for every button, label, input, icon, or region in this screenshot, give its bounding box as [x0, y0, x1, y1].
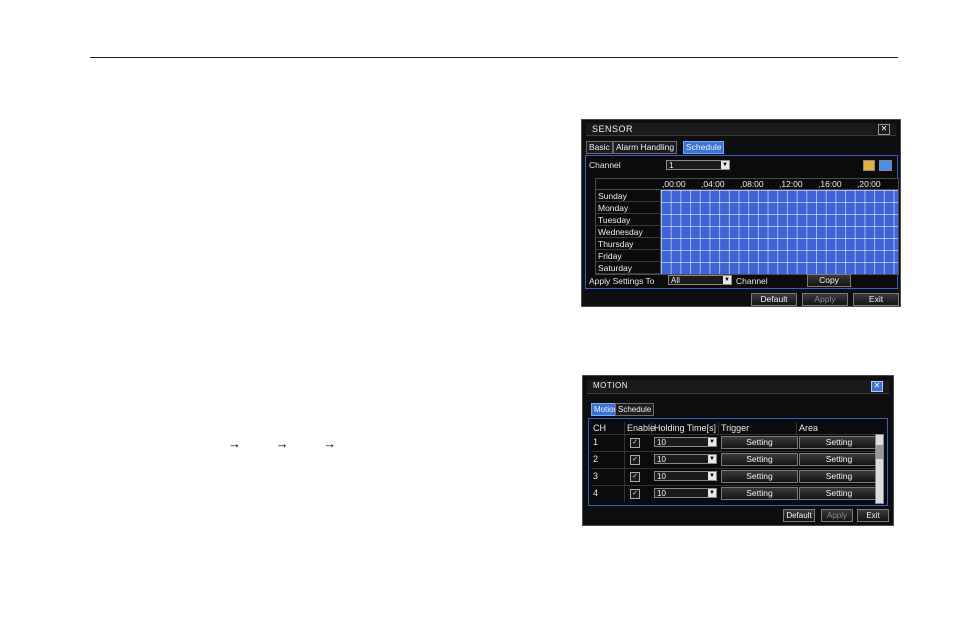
default-button[interactable]: Default: [783, 509, 815, 522]
arrow-icon: →: [323, 436, 337, 451]
holding-time-select[interactable]: 10 ▼: [654, 437, 717, 447]
motion-titlebar: MOTION ✕: [587, 380, 889, 394]
schedule-panel: Channel 1 ▼ ,00:00 ,04:00 ,08:00 ,12:00 …: [585, 155, 899, 289]
copy-button[interactable]: Copy: [807, 274, 851, 287]
column-header: Trigger: [719, 422, 797, 434]
enable-checkbox[interactable]: ✓: [630, 489, 640, 499]
hour-label: ,20:00: [857, 179, 881, 189]
arrow-icon: →: [228, 436, 241, 451]
column-header: Enable: [627, 422, 656, 434]
hour-label: ,00:00: [662, 179, 686, 189]
arrow-icon: →: [275, 436, 289, 451]
holding-time-value: 10: [657, 438, 666, 447]
day-label: Saturday: [596, 262, 660, 274]
holding-time-value: 10: [657, 489, 666, 498]
channel-word: Channel: [736, 276, 768, 286]
table-row: 1 ✓ 10 ▼ Setting Setting: [591, 434, 883, 452]
motion-panel: CH Enable Holding Time[s] Trigger Area 1…: [588, 418, 888, 506]
enable-checkbox[interactable]: ✓: [630, 472, 640, 482]
channel-number: 3: [591, 468, 625, 485]
hour-header: ,00:00 ,04:00 ,08:00 ,12:00 ,16:00 ,20:0…: [596, 179, 898, 190]
eraser-icon[interactable]: [879, 160, 892, 171]
hour-label: ,08:00: [740, 179, 764, 189]
channel-number: 2: [591, 451, 625, 468]
close-icon[interactable]: ✕: [871, 381, 883, 392]
enable-checkbox[interactable]: ✓: [630, 455, 640, 465]
column-header: CH: [591, 422, 625, 434]
hour-label: ,12:00: [779, 179, 803, 189]
area-setting-button[interactable]: Setting: [799, 470, 879, 483]
channel-select[interactable]: 1 ▼: [666, 160, 730, 170]
chevron-down-icon: ▼: [708, 455, 716, 463]
area-setting-button[interactable]: Setting: [799, 453, 879, 466]
area-setting-button[interactable]: Setting: [799, 487, 879, 500]
schedule-cells[interactable]: [661, 190, 898, 274]
day-label: Sunday: [596, 190, 660, 202]
channel-number: 1: [591, 434, 625, 451]
tab-schedule[interactable]: Schedule: [615, 403, 655, 416]
day-label: Wednesday: [596, 226, 660, 238]
holding-time-value: 10: [657, 472, 666, 481]
hour-label: ,16:00: [818, 179, 842, 189]
apply-settings-label: Apply Settings To: [589, 276, 655, 286]
table-row: 3 ✓ 10 ▼ Setting Setting: [591, 468, 883, 486]
scrollbar-thumb[interactable]: [876, 445, 883, 459]
day-label: Monday: [596, 202, 660, 214]
apply-settings-value: All: [671, 276, 680, 285]
day-label: Tuesday: [596, 214, 660, 226]
chevron-down-icon: ▼: [708, 438, 716, 446]
area-setting-button[interactable]: Setting: [799, 436, 879, 449]
schedule-grid[interactable]: ,00:00 ,04:00 ,08:00 ,12:00 ,16:00 ,20:0…: [595, 178, 899, 275]
sensor-dialog: SENSOR ✕ Basic Alarm Handling Schedule C…: [581, 119, 901, 307]
day-column: Sunday Monday Tuesday Wednesday Thursday…: [596, 190, 661, 274]
trigger-setting-button[interactable]: Setting: [721, 470, 798, 483]
sensor-titlebar: SENSOR ✕: [586, 123, 896, 136]
apply-settings-select[interactable]: All ▼: [668, 275, 732, 285]
chevron-down-icon: ▼: [723, 276, 731, 284]
tab-schedule[interactable]: Schedule: [683, 141, 725, 154]
close-icon[interactable]: ✕: [878, 124, 890, 135]
table-row: 2 ✓ 10 ▼ Setting Setting: [591, 451, 883, 469]
table-row: 4 ✓ 10 ▼ Setting Setting: [591, 485, 883, 502]
holding-time-select[interactable]: 10 ▼: [654, 454, 717, 464]
exit-button[interactable]: Exit: [857, 509, 889, 522]
trigger-setting-button[interactable]: Setting: [721, 487, 798, 500]
holding-time-value: 10: [657, 455, 666, 464]
chevron-down-icon: ▼: [708, 472, 716, 480]
column-header: Holding Time[s]: [652, 422, 719, 434]
enable-checkbox[interactable]: ✓: [630, 438, 640, 448]
page-divider: [90, 57, 898, 58]
trigger-setting-button[interactable]: Setting: [721, 453, 798, 466]
holding-time-select[interactable]: 10 ▼: [654, 488, 717, 498]
chevron-down-icon: ▼: [708, 489, 716, 497]
exit-button[interactable]: Exit: [853, 293, 899, 306]
column-header: Area: [799, 423, 819, 433]
chevron-down-icon: ▼: [721, 161, 729, 169]
arrow-sequence: → → →: [228, 436, 367, 451]
channel-label: Channel: [589, 160, 621, 170]
day-label: Thursday: [596, 238, 660, 250]
pencil-icon[interactable]: [863, 160, 875, 171]
apply-button[interactable]: Apply: [821, 509, 853, 522]
scrollbar[interactable]: [875, 434, 884, 504]
channel-select-value: 1: [669, 161, 674, 170]
day-label: Friday: [596, 250, 660, 262]
trigger-setting-button[interactable]: Setting: [721, 436, 798, 449]
hour-label: ,04:00: [701, 179, 725, 189]
apply-button[interactable]: Apply: [802, 293, 848, 306]
default-button[interactable]: Default: [751, 293, 797, 306]
dialog-title: MOTION: [593, 381, 628, 390]
holding-time-select[interactable]: 10 ▼: [654, 471, 717, 481]
tab-basic[interactable]: Basic: [586, 141, 613, 154]
dialog-title: SENSOR: [592, 124, 634, 134]
tab-alarm-handling[interactable]: Alarm Handling: [613, 141, 678, 154]
motion-dialog: MOTION ✕ Motion Schedule CH Enable Holdi…: [582, 375, 894, 526]
channel-number: 4: [591, 485, 625, 502]
